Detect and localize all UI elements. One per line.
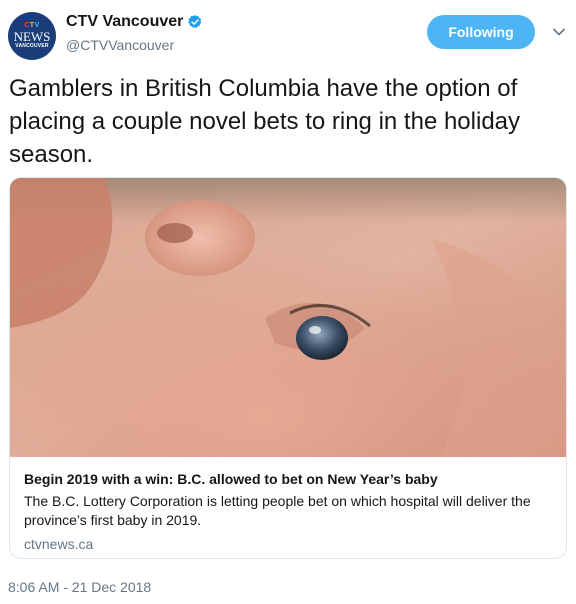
tweet-timestamp[interactable]: 8:06 AM - 21 Dec 2018 [8, 579, 151, 595]
card-domain: ctvnews.ca [24, 536, 94, 552]
chevron-down-icon[interactable] [552, 26, 566, 38]
following-button[interactable]: Following [427, 15, 535, 49]
display-name[interactable]: CTV Vancouver [66, 13, 183, 31]
verified-badge-icon [188, 15, 202, 28]
tweet-text: Gamblers in British Columbia have the op… [9, 75, 521, 168]
display-name-row: CTV Vancouver [66, 11, 203, 33]
author-handle[interactable]: @CTVVancouver [66, 37, 203, 53]
card-title[interactable]: Begin 2019 with a win: B.C. allowed to b… [24, 469, 552, 489]
avatar[interactable]: CTV NEWS VANCOUVER [8, 12, 56, 60]
link-card[interactable]: Begin 2019 with a win: B.C. allowed to b… [9, 177, 567, 559]
card-body[interactable]: Begin 2019 with a win: B.C. allowed to b… [10, 457, 566, 558]
tweet-header: CTV NEWS VANCOUVER CTV Vancouver @CTVVan… [0, 0, 576, 64]
card-description: The B.C. Lottery Corporation is letting … [24, 493, 531, 528]
author-names: CTV Vancouver @CTVVancouver [66, 11, 203, 53]
avatar-city: VANCOUVER [15, 43, 49, 49]
card-image[interactable] [10, 178, 566, 457]
avatar-word: NEWS [13, 29, 51, 44]
